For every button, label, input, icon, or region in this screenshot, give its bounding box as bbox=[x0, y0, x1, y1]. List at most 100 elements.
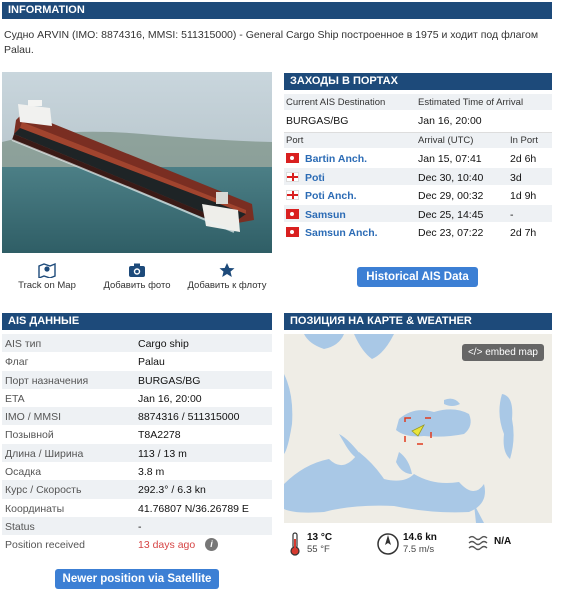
wind-knots: 14.6 kn bbox=[403, 532, 437, 543]
map-icon bbox=[38, 262, 56, 278]
ship-photo[interactable] bbox=[2, 72, 272, 253]
in-port-duration: 2d 6h bbox=[510, 153, 537, 165]
table-row: Флаг Palau bbox=[2, 352, 272, 370]
turkey-flag-icon bbox=[286, 227, 299, 237]
track-on-map-label: Track on Map bbox=[18, 280, 76, 291]
ais-value: 41.76807 N/36.26789 E bbox=[138, 502, 249, 515]
table-row: Status - bbox=[2, 516, 272, 536]
wind-compass-icon bbox=[377, 533, 399, 555]
track-on-map-action[interactable]: Track on Map bbox=[2, 262, 92, 291]
ais-value: Cargo ship bbox=[138, 338, 189, 350]
port-calls-table: Current AIS Destination Estimated Time o… bbox=[284, 94, 552, 242]
port-link[interactable]: Poti bbox=[305, 172, 325, 184]
in-port-duration: 1d 9h bbox=[510, 190, 537, 202]
arrival-time: Dec 29, 00:32 bbox=[418, 190, 484, 202]
temperature-fahrenheit: 55 °F bbox=[307, 544, 330, 555]
position-received-value: 13 days ago bbox=[138, 539, 196, 552]
table-row: Samsun Anch. Dec 23, 07:22 2d 7h bbox=[284, 223, 552, 242]
ais-value: 113 / 13 m bbox=[138, 447, 187, 460]
ship-description: Судно ARVIN (IMO: 8874316, MMSI: 5113150… bbox=[4, 29, 539, 56]
ais-key: Position received bbox=[5, 539, 85, 552]
port-link[interactable]: Samsun Anch. bbox=[305, 227, 378, 239]
turkey-flag-icon bbox=[286, 208, 299, 219]
table-row: Позывной T8A2278 bbox=[2, 425, 272, 443]
ais-data-header: AIS ДАННЫЕ bbox=[2, 313, 272, 330]
table-row: Samsun Dec 25, 14:45 - bbox=[284, 204, 552, 223]
table-row: Длина / Ширина 113 / 13 m bbox=[2, 443, 272, 463]
col-in-port: In Port bbox=[510, 135, 538, 146]
georgia-flag-icon bbox=[286, 190, 299, 200]
satellite-position-button[interactable]: Newer position via Satellite bbox=[55, 569, 219, 589]
add-photo-label: Добавить фото bbox=[103, 280, 171, 291]
embed-map-button[interactable]: </> embed map bbox=[461, 344, 544, 361]
destination-values-row: BURGAS/BG Jan 16, 20:00 bbox=[284, 111, 552, 133]
port-link[interactable]: Bartin Anch. bbox=[305, 153, 367, 165]
eta-value: Jan 16, 20:00 bbox=[418, 115, 482, 127]
table-row: Poti Anch. Dec 29, 00:32 1d 9h bbox=[284, 186, 552, 205]
map-weather-header: ПОЗИЦИЯ НА КАРТЕ & WEATHER bbox=[284, 313, 552, 330]
historical-ais-data-button[interactable]: Historical AIS Data bbox=[357, 267, 478, 287]
table-row: Poti Dec 30, 10:40 3d bbox=[284, 167, 552, 186]
ais-key: Осадка bbox=[5, 466, 42, 479]
table-row: Курс / Скорость 292.3° / 6.3 kn bbox=[2, 480, 272, 499]
ais-key: Курс / Скорость bbox=[5, 484, 82, 497]
arrival-time: Dec 23, 07:22 bbox=[418, 227, 484, 239]
port-table-header: Port Arrival (UTC) In Port bbox=[284, 133, 552, 149]
thermometer-icon bbox=[290, 532, 300, 556]
ais-value: - bbox=[138, 520, 142, 533]
ais-value: 292.3° / 6.3 kn bbox=[138, 484, 206, 497]
photo-actions: Track on Map Добавить фото Добавить к фл… bbox=[2, 262, 272, 302]
table-row: Осадка 3.8 m bbox=[2, 462, 272, 480]
port-link[interactable]: Samsun bbox=[305, 209, 346, 221]
ais-key: AIS тип bbox=[5, 338, 42, 350]
info-icon[interactable]: i bbox=[205, 538, 218, 552]
ais-key: Порт назначения bbox=[5, 374, 89, 387]
ais-data-table: AIS тип Cargo ship Флаг Palau Порт назначе… bbox=[2, 334, 272, 554]
ais-value: 8874316 / 511315000 bbox=[138, 411, 240, 424]
port-link[interactable]: Poti Anch. bbox=[305, 190, 357, 202]
vessel-position-map[interactable]: </> embed map bbox=[284, 334, 552, 523]
col-port: Port bbox=[286, 135, 304, 146]
table-row: IMO / MMSI 8874316 / 511315000 bbox=[2, 407, 272, 426]
ais-value: 3.8 m bbox=[138, 466, 165, 479]
temperature-celsius: 13 °C bbox=[307, 532, 333, 543]
arrival-time: Dec 30, 10:40 bbox=[418, 171, 484, 184]
ais-key: Флаг bbox=[5, 356, 29, 369]
arrival-time: Dec 25, 14:45 bbox=[418, 208, 484, 221]
camera-icon bbox=[129, 263, 145, 277]
table-row: Координаты 41.76807 N/36.26789 E bbox=[2, 499, 272, 517]
port-calls-header: ЗАХОДЫ В ПОРТАХ bbox=[284, 73, 552, 90]
ais-value: Palau bbox=[138, 356, 165, 369]
eta-label: Estimated Time of Arrival bbox=[418, 97, 524, 108]
table-row: ETA Jan 16, 20:00 bbox=[2, 389, 272, 407]
ais-value: Jan 16, 20:00 bbox=[138, 392, 202, 405]
table-row: AIS тип Cargo ship bbox=[2, 334, 272, 353]
add-to-fleet-label: Добавить к флоту bbox=[187, 280, 267, 291]
ais-key: Координаты bbox=[5, 502, 65, 515]
ais-key: IMO / MMSI bbox=[5, 411, 61, 424]
add-photo-action[interactable]: Добавить фото bbox=[92, 262, 182, 291]
georgia-flag-icon bbox=[286, 171, 299, 182]
ais-key: Status bbox=[5, 520, 35, 533]
waves-icon bbox=[468, 535, 488, 551]
ais-value: BURGAS/BG bbox=[138, 374, 201, 387]
destination-labels-row: Current AIS Destination Estimated Time o… bbox=[284, 94, 552, 111]
weather-bar: 13 °C 55 °F 14.6 kn 7.5 m/s N/A bbox=[284, 530, 552, 560]
wind-meters-per-second: 7.5 m/s bbox=[403, 544, 435, 555]
ais-value: T8A2278 bbox=[138, 429, 181, 442]
destination-value: BURGAS/BG bbox=[286, 115, 349, 127]
table-row: Position received 13 days ago i bbox=[2, 535, 272, 553]
star-icon bbox=[219, 263, 235, 277]
in-port-duration: 3d bbox=[510, 171, 522, 184]
table-row: Bartin Anch. Jan 15, 07:41 2d 6h bbox=[284, 149, 552, 168]
col-arrival: Arrival (UTC) bbox=[418, 135, 474, 146]
ais-key: Позывной bbox=[5, 429, 54, 442]
in-port-duration: 2d 7h bbox=[510, 227, 537, 239]
arrival-time: Jan 15, 07:41 bbox=[418, 153, 482, 165]
add-to-fleet-action[interactable]: Добавить к флоту bbox=[182, 262, 272, 291]
turkey-flag-icon bbox=[286, 153, 299, 163]
ais-key: ETA bbox=[5, 392, 25, 405]
ais-key: Длина / Ширина bbox=[5, 447, 84, 460]
table-row: Порт назначения BURGAS/BG bbox=[2, 370, 272, 389]
in-port-duration: - bbox=[510, 208, 514, 221]
